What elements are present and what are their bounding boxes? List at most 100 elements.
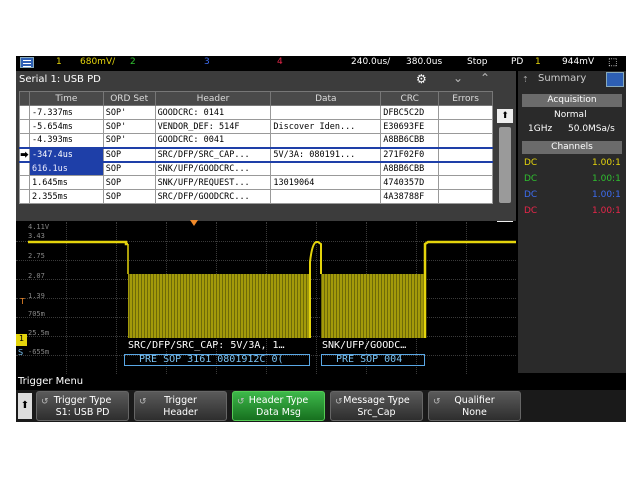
- status-bar: 1 680mV/ 2 3 4 240.0us/ 380.0us Stop PD …: [16, 56, 626, 70]
- oscilloscope-screen: 1 680mV/ 2 3 4 240.0us/ 380.0us Stop PD …: [16, 56, 626, 422]
- serial-decode-panel: Serial 1: USB PD ⚙ ⌄ ⌃ Time ORD Set Head…: [16, 71, 516, 235]
- column-header-crc[interactable]: CRC: [380, 91, 440, 106]
- display-icon[interactable]: ⬚: [608, 57, 617, 68]
- row-marker-arrow-icon: ⮕: [19, 146, 30, 163]
- cell-crc: A8BB6CBB: [380, 133, 440, 148]
- tab-summary[interactable]: Summary: [538, 73, 586, 84]
- ch3-probe-ratio: 1.00:1: [592, 190, 621, 200]
- ch3-coupling: DC: [524, 190, 538, 200]
- cell-data: [270, 189, 382, 204]
- trigger-channel[interactable]: 1: [535, 57, 541, 67]
- ch3-number[interactable]: 3: [204, 57, 210, 67]
- softkey-label: Header Type: [248, 395, 309, 406]
- softkey-value: S1: USB PD: [55, 407, 110, 418]
- softkey-label: Qualifier: [454, 395, 495, 406]
- table-row[interactable]: 616.1us SOP SNK/UFP/GOODCRC... A8BB6CBB: [19, 161, 493, 176]
- softkey-trigger[interactable]: ↺ Trigger Header: [134, 391, 227, 421]
- scroll-up-arrow-icon[interactable]: ⬆: [497, 109, 513, 123]
- ground-marker[interactable]: 1: [16, 334, 27, 346]
- gear-icon[interactable]: ⚙: [416, 72, 427, 86]
- cell-ord-set: SOP: [102, 175, 156, 190]
- softkey-value: Header: [163, 407, 198, 418]
- timebase[interactable]: 240.0us/: [351, 57, 390, 67]
- column-header-errors[interactable]: Errors: [438, 91, 493, 106]
- trigger-level[interactable]: 944mV: [562, 57, 594, 67]
- cell-errors: [438, 119, 493, 134]
- table-row[interactable]: -7.337ms SOP' GOODCRC: 0141 DFBC5C2D: [19, 105, 493, 120]
- decode-table: Time ORD Set Header Data CRC Errors -7.3…: [19, 91, 493, 204]
- menu-title: Trigger Menu: [18, 376, 84, 387]
- sample-rate: 50.0MSa/s: [568, 124, 615, 134]
- ch4-number[interactable]: 4: [277, 57, 283, 67]
- softkey-bar: ⬆ ↺ Trigger Type S1: USB PD ↺ Trigger He…: [16, 390, 626, 422]
- ch1-scale[interactable]: 680mV/: [80, 57, 115, 67]
- softkey-value: Data Msg: [256, 407, 301, 418]
- table-row[interactable]: -5.654ms SOP' VENDOR_DEF: 514F Discover …: [19, 119, 493, 134]
- scroll-thumb[interactable]: [499, 127, 511, 203]
- column-header-ord-set[interactable]: ORD Set: [102, 91, 156, 106]
- row-marker: [19, 161, 30, 176]
- panel-menu-icon[interactable]: [606, 72, 624, 87]
- row-marker: [19, 119, 30, 134]
- cell-crc: E30693FE: [380, 119, 440, 134]
- serial-title: Serial 1: USB PD: [19, 74, 101, 85]
- softkey-trigger-type[interactable]: ↺ Trigger Type S1: USB PD: [36, 391, 129, 421]
- column-header-header[interactable]: Header: [154, 91, 272, 106]
- cell-errors: [438, 189, 493, 204]
- softkey-value: Src_Cap: [357, 407, 396, 418]
- table-scrollbar[interactable]: ⬆ ⬇: [497, 109, 513, 237]
- acquisition-mode: Normal: [554, 110, 587, 120]
- back-arrow-icon[interactable]: ⬆: [18, 393, 32, 419]
- table-row[interactable]: 2.355ms SOP SRC/DFP/GOODCRC... 4A38788F: [19, 189, 493, 204]
- run-state[interactable]: Stop: [467, 57, 487, 67]
- trigger-level-marker[interactable]: T: [20, 297, 25, 306]
- table-row[interactable]: 1.645ms SOP SNK/UFP/REQUEST... 13019064 …: [19, 175, 493, 190]
- cell-header: VENDOR_DEF: 514F: [154, 119, 272, 134]
- chevron-up-icon[interactable]: ⌃: [480, 71, 490, 85]
- channels-header: Channels: [522, 141, 622, 154]
- softkey-label: Trigger Type: [53, 395, 112, 406]
- softkey-qualifier[interactable]: ↺ Qualifier None: [428, 391, 521, 421]
- softkey-message-type[interactable]: ↺ Message Type Src_Cap: [330, 391, 423, 421]
- ch1-probe-ratio: 1.00:1: [592, 158, 621, 168]
- waveform-display[interactable]: 4.11V 3.43 2.75 2.07 1.39 705m 25.5m -65…: [16, 222, 516, 374]
- serial-bus-marker[interactable]: S: [18, 348, 23, 357]
- knob-icon: ↺: [237, 397, 245, 407]
- ch2-number[interactable]: 2: [130, 57, 136, 67]
- delay[interactable]: 380.0us: [406, 57, 442, 67]
- cell-crc: 4A38788F: [380, 189, 440, 204]
- cell-data: [270, 161, 382, 176]
- ch2-coupling: DC: [524, 174, 538, 184]
- cell-crc: A8BB6CBB: [380, 161, 440, 176]
- serial-bus-packet[interactable]: PRE SOP 3161 0801912C 0(: [124, 354, 310, 366]
- chevron-down-icon[interactable]: ⌄: [453, 71, 463, 85]
- table-row-selected[interactable]: ⮕ -347.4us SOP SRC/DFP/SRC_CAP... 5V/3A:…: [19, 146, 493, 163]
- cell-time: -7.337ms: [28, 105, 104, 120]
- ch1-number[interactable]: 1: [56, 57, 62, 67]
- cell-ord-set: SOP: [102, 161, 156, 176]
- cell-header: SNK/UFP/GOODCRC...: [154, 161, 272, 176]
- menu-icon[interactable]: [20, 57, 34, 68]
- knob-icon: ↺: [41, 397, 49, 407]
- knob-icon: ↺: [139, 397, 147, 407]
- trigger-position-marker[interactable]: [190, 220, 198, 226]
- cell-time: 2.355ms: [28, 189, 104, 204]
- ch2-probe-ratio: 1.00:1: [592, 174, 621, 184]
- cell-crc: 4740357D: [380, 175, 440, 190]
- side-panel-scroll-icon[interactable]: ⇡: [522, 75, 529, 84]
- row-marker: [19, 133, 30, 148]
- cell-data: 5V/3A: 080191...: [270, 146, 382, 163]
- cell-ord-set: SOP: [102, 146, 156, 163]
- acquisition-header: Acquisition: [522, 94, 622, 107]
- cell-time: 1.645ms: [28, 175, 104, 190]
- cell-header: GOODCRC: 0141: [154, 105, 272, 120]
- table-row[interactable]: -4.393ms SOP' GOODCRC: 0041 A8BB6CBB: [19, 133, 493, 148]
- column-header-time[interactable]: Time: [28, 91, 104, 106]
- column-header-data[interactable]: Data: [270, 91, 382, 106]
- softkey-label: Message Type: [343, 395, 410, 406]
- trigger-source[interactable]: PD: [511, 57, 523, 67]
- serial-bus-packet[interactable]: PRE SOP 004: [321, 354, 425, 366]
- ch1-coupling: DC: [524, 158, 538, 168]
- marker-column-header: [19, 91, 30, 106]
- softkey-header-type[interactable]: ↺ Header Type Data Msg: [232, 391, 325, 421]
